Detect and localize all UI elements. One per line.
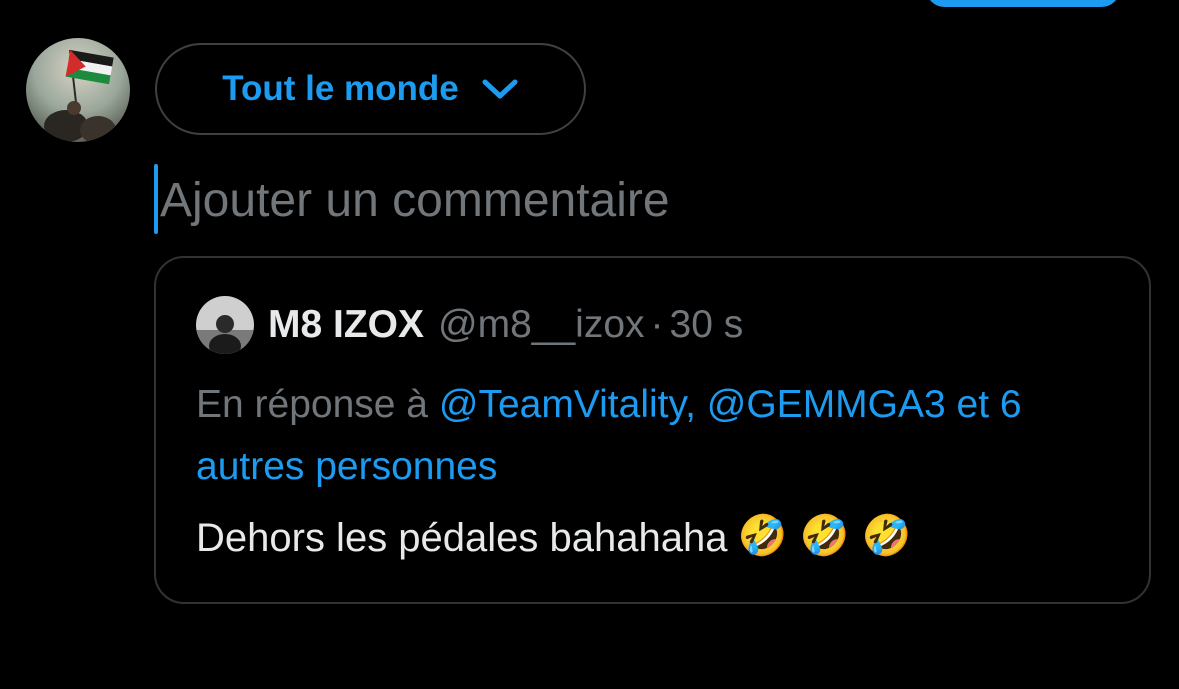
text-cursor — [154, 164, 158, 234]
quoted-tweet-time: 30 s — [669, 303, 744, 346]
user-avatar[interactable] — [26, 38, 130, 142]
quoted-tweet-card[interactable]: M8 IZOX @m8__izox · 30 s En réponse à @T… — [154, 256, 1151, 604]
comment-input[interactable]: Ajouter un commentaire — [160, 168, 670, 234]
quoted-tweet-header: M8 IZOX @m8__izox · 30 s — [196, 296, 743, 354]
reply-prefix: En réponse à — [196, 383, 429, 426]
separator-dot: · — [650, 303, 664, 346]
audience-selector-button[interactable]: Tout le monde — [155, 43, 586, 135]
audience-label: Tout le monde — [222, 69, 459, 108]
quoted-author-avatar — [196, 296, 254, 354]
quoted-author-name[interactable]: M8 IZOX — [268, 303, 424, 347]
quoted-author-handle[interactable]: @m8__izox — [438, 303, 645, 347]
reply-button-partial[interactable] — [926, 0, 1120, 7]
quoted-tweet-body: Dehors les pédales bahahaha — [196, 515, 728, 560]
quoted-tweet-text: Dehors les pédales bahahaha 🤣 🤣 🤣 — [196, 512, 914, 564]
rofl-emoji-icon: 🤣 — [737, 514, 788, 558]
rofl-emoji-icon: 🤣 — [799, 514, 850, 558]
rofl-emoji-icon: 🤣 — [861, 514, 912, 558]
reply-context: En réponse à @TeamVitality, @GEMMGA3 et … — [196, 374, 1126, 498]
chevron-down-icon — [481, 77, 519, 101]
